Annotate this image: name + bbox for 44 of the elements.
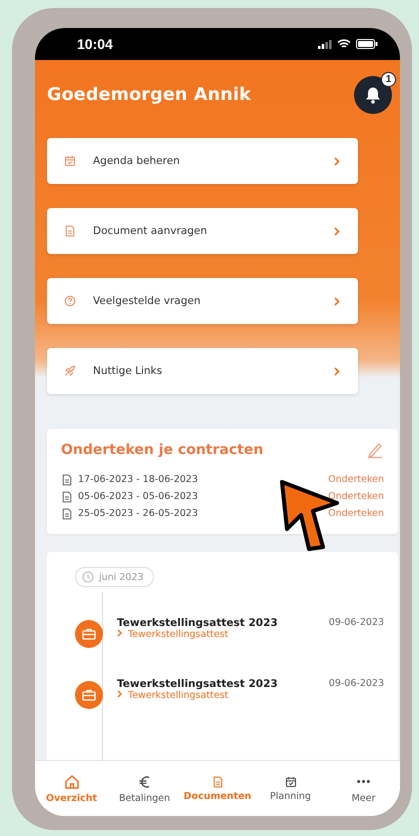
signal-icon (318, 40, 332, 48)
status-time: 10:04 (77, 36, 113, 52)
contract-period: 25-05-2023 - 26-05-2023 (78, 508, 199, 519)
tab[interactable]: Meer (327, 761, 400, 816)
menu-item[interactable]: Document aanvragen (47, 208, 358, 254)
home-icon (64, 774, 80, 790)
chevron-right-icon (117, 629, 122, 637)
document-icon (61, 490, 73, 502)
chevron-right-icon (334, 156, 340, 166)
rocket-icon (64, 365, 76, 377)
clock-icon (82, 571, 94, 583)
more-icon (357, 780, 370, 782)
entry-title: Tewerkstellingsattest 2023 (117, 678, 279, 690)
tab[interactable]: Betalingen (108, 761, 181, 816)
chevron-right-icon (334, 366, 340, 376)
battery-icon (356, 39, 378, 49)
document-icon (212, 776, 224, 788)
calendar-icon (64, 155, 76, 167)
menu-item[interactable]: Nuttige Links (47, 348, 358, 394)
contracts-title: Onderteken je contracten (61, 442, 264, 458)
menu-item[interactable]: Agenda beheren (47, 138, 358, 184)
briefcase-icon (82, 689, 96, 701)
chevron-right-icon (334, 296, 340, 306)
document-icon (61, 474, 73, 486)
document-icon (64, 225, 76, 237)
document-icon (61, 508, 73, 520)
briefcase-icon (82, 628, 96, 640)
calendar-icon (284, 776, 296, 788)
chevron-right-icon (334, 226, 340, 236)
bell-icon (365, 86, 381, 104)
tab[interactable]: Planning (254, 761, 327, 816)
question-icon (64, 295, 76, 307)
notification-badge: 1 (381, 72, 396, 87)
contract-period: 17-06-2023 - 18-06-2023 (78, 474, 199, 485)
month-label: juni 2023 (99, 572, 144, 582)
wifi-icon (337, 39, 351, 49)
entry-date: 09-06-2023 (328, 678, 384, 689)
pen-icon[interactable] (366, 441, 384, 459)
greeting-title: Goedemorgen Annik (47, 85, 251, 105)
contract-period: 05-06-2023 - 05-06-2023 (78, 491, 199, 502)
entry-date: 09-06-2023 (328, 617, 384, 628)
menu-item[interactable]: Veelgestelde vragen (47, 278, 358, 324)
chevron-right-icon (117, 690, 122, 698)
entry-title: Tewerkstellingsattest 2023 (117, 617, 279, 629)
